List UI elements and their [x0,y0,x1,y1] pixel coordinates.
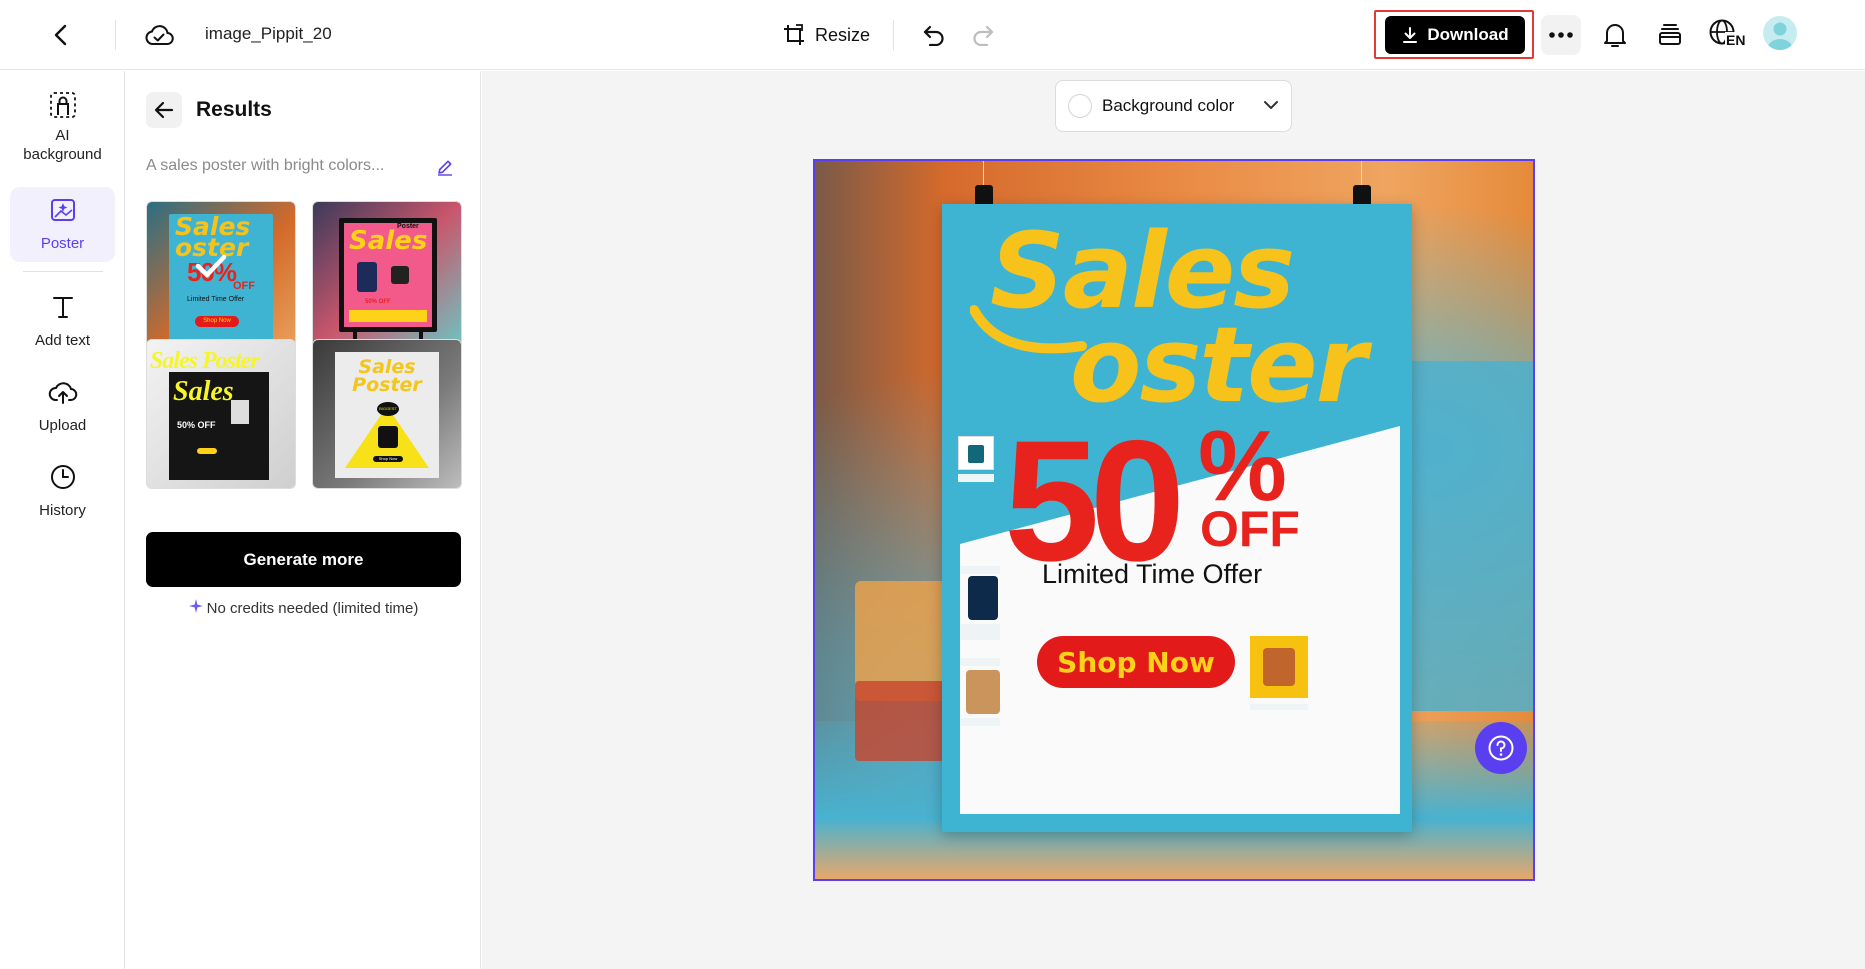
poster-sparkle-icon [50,197,76,228]
generate-more-button[interactable]: Generate more [146,532,461,587]
canvas-area: Background color Sales oster 50 % OFF Li… [482,71,1865,969]
rail-item-poster[interactable]: Poster [10,187,115,262]
rail-item-upload[interactable]: Upload [10,379,115,435]
language-badge: EN [1725,32,1747,48]
thumbnail-subtitle: Sales [173,376,234,407]
arrow-left-icon[interactable] [146,92,182,128]
divider [893,20,894,50]
resize-icon [781,22,807,48]
rail-label: Add text [34,332,91,349]
thumbnail-title: Sales [349,226,428,256]
rail-item-ai-background[interactable]: AI background [10,91,115,164]
clock-icon [50,464,76,495]
credits-note-text: No credits needed (limited time) [206,600,419,617]
language-selector[interactable]: EN [1708,16,1750,54]
selected-check-icon [191,246,231,286]
upload-cloud-icon [48,379,78,410]
thumbnail-title: Sales Poster [352,356,422,396]
hanging-wire [1361,161,1362,187]
results-panel: Results A sales poster with bright color… [126,71,481,969]
product-caption [960,658,1000,666]
resize-label: Resize [815,24,871,45]
product-caption [958,474,994,482]
prompt-text[interactable]: A sales poster with bright colors... [146,157,421,175]
divider [115,20,116,50]
question-circle-icon[interactable] [1475,722,1527,774]
download-button[interactable]: Download [1385,16,1525,54]
file-name[interactable]: image_Pippit_20 [205,24,332,44]
result-thumbnail-3[interactable]: Sales Poster Sales 50% OFF [146,339,296,489]
thumbnail-band [349,310,427,322]
redo-icon[interactable] [966,18,1000,52]
rail-label: Poster [40,234,85,252]
poster-swoosh [970,305,1087,354]
product-caption [960,624,1000,640]
thumbnail-title: Sales Poster [150,348,260,374]
product-thumb [958,436,994,470]
text-t-icon [50,294,76,325]
thumbnail-cta [197,448,217,454]
thumbnail-cta: Shop Now [373,456,403,462]
rail-item-add-text[interactable]: Add text [10,294,115,350]
thumbnail-off: OFF [233,280,255,292]
stack-icon[interactable] [1652,17,1688,53]
result-thumbnail-1[interactable]: Sales oster 50% OFF Limited Time Offer Sh… [146,201,296,351]
rail-item-history[interactable]: History [10,464,115,520]
poster-board: Sales oster 50 % OFF Limited Time Offer … [942,204,1412,832]
bell-icon[interactable] [1597,17,1633,53]
thumbnail-discount: 50% OFF [365,299,391,305]
thumbnail-product [378,426,398,448]
rail-divider [23,271,103,272]
result-thumbnail-2[interactable]: Sales Poster 50% OFF [312,201,462,351]
top-bar: image_Pippit_20 Resize Download EN [0,0,1865,70]
sparkle-icon [188,599,203,618]
hanging-wire [983,161,984,187]
download-label: Download [1427,25,1509,44]
more-dots-icon[interactable] [1541,15,1581,55]
product-tile [1250,636,1308,698]
thumbnail-subtitle: Poster [397,223,419,230]
poster-image[interactable]: Sales oster 50 % OFF Limited Time Offer … [813,159,1535,881]
left-rail: AI background Poster Add text Upload His… [0,71,125,969]
product-bag-tan [966,670,1000,714]
rail-label: History [39,502,86,519]
product-caption [960,566,1000,574]
thumbnail-cta: Shop Now [195,316,239,327]
thumbnail-product [391,266,409,284]
undo-icon[interactable] [917,18,951,52]
chevron-left-icon[interactable] [44,18,78,52]
poster-discount-off: OFF [1200,501,1300,557]
resize-button[interactable]: Resize [781,19,870,51]
thumbnail-product [231,400,249,424]
download-arrow-icon [1401,26,1419,44]
poster-subtitle: Limited Time Offer [1042,559,1263,589]
result-thumbnail-4[interactable]: Sales Poster BIGGEST Shop Now [312,339,462,489]
product-bag-navy [968,576,998,620]
thumbnail-product [357,262,377,292]
rail-label: AI background [23,127,102,163]
background-color-label: Background color [1102,96,1235,115]
ai-background-icon [49,91,77,124]
thumbnail-badge: BIGGEST [377,402,399,416]
edit-pencil-icon[interactable] [434,156,456,178]
color-swatch [1068,94,1092,118]
chevron-down-icon [1263,97,1279,115]
product-caption [960,718,1000,726]
credits-note: No credits needed (limited time) [146,599,461,618]
user-avatar-icon[interactable] [1763,16,1797,50]
rail-label: Upload [38,417,87,434]
thumbnail-subtitle: Limited Time Offer [187,296,245,303]
background-color-dropdown[interactable]: Background color [1055,80,1292,132]
panel-title: Results [196,98,272,121]
thumbnail-discount: 50% OFF [177,420,216,430]
poster-cta: Shop Now [1037,636,1235,688]
poster-bg-pillar [1411,361,1533,711]
product-caption [1250,704,1308,710]
cloud-check-icon[interactable] [142,18,176,52]
